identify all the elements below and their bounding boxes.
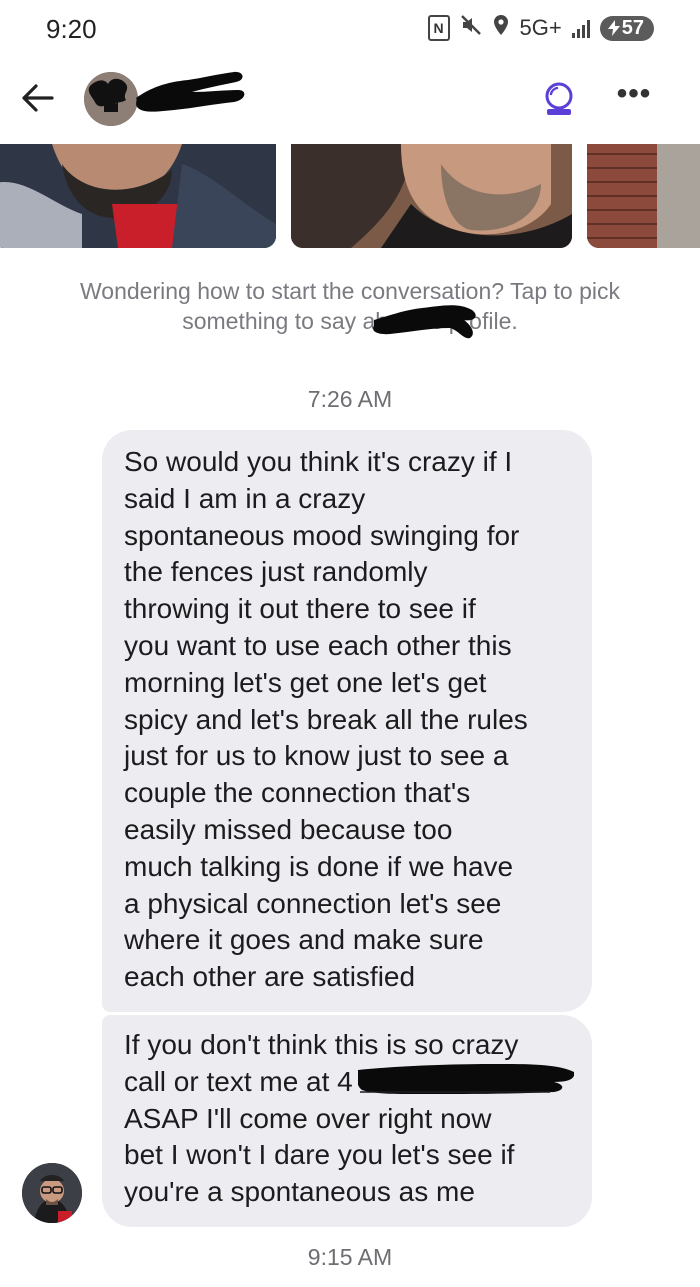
crystal-ball-icon[interactable] — [540, 80, 578, 118]
redacted-phone-number — [358, 1064, 574, 1094]
network-label: 5G+ — [519, 15, 562, 40]
redacted-name — [373, 305, 476, 339]
profile-photo[interactable] — [587, 144, 700, 248]
timestamp: 9:15 AM — [307, 1244, 393, 1270]
chat-header: ••• — [0, 58, 700, 142]
message-bubble[interactable]: If you don't think this is so crazy call… — [102, 1015, 592, 1227]
timestamp: 7:26 AM — [307, 386, 393, 412]
profile-photo-strip[interactable] — [0, 144, 700, 250]
redacted-name — [136, 71, 245, 112]
message-bubble[interactable]: So would you think it's crazy if I said … — [102, 430, 592, 1012]
location-icon — [492, 14, 510, 42]
battery-indicator: 57 — [599, 15, 654, 41]
profile-photo[interactable] — [291, 144, 572, 248]
mute-icon — [460, 14, 482, 42]
battery-level: 57 — [621, 16, 644, 39]
charging-bolt-icon — [607, 20, 620, 36]
sender-avatar[interactable] — [22, 1163, 82, 1223]
status-bar: 9:20 N 5G+ 57 — [0, 0, 700, 58]
conversation-starter-prompt[interactable]: Wondering how to start the conversation?… — [40, 276, 660, 336]
status-icons: N 5G+ 57 — [427, 14, 654, 42]
nfc-icon: N — [427, 15, 450, 41]
status-time: 9:20 — [46, 14, 97, 44]
more-dots-icon[interactable]: ••• — [614, 79, 654, 120]
match-avatar[interactable] — [84, 72, 138, 126]
profile-photo[interactable] — [0, 144, 276, 248]
signal-icon — [571, 18, 590, 38]
back-arrow-icon[interactable] — [16, 76, 60, 120]
